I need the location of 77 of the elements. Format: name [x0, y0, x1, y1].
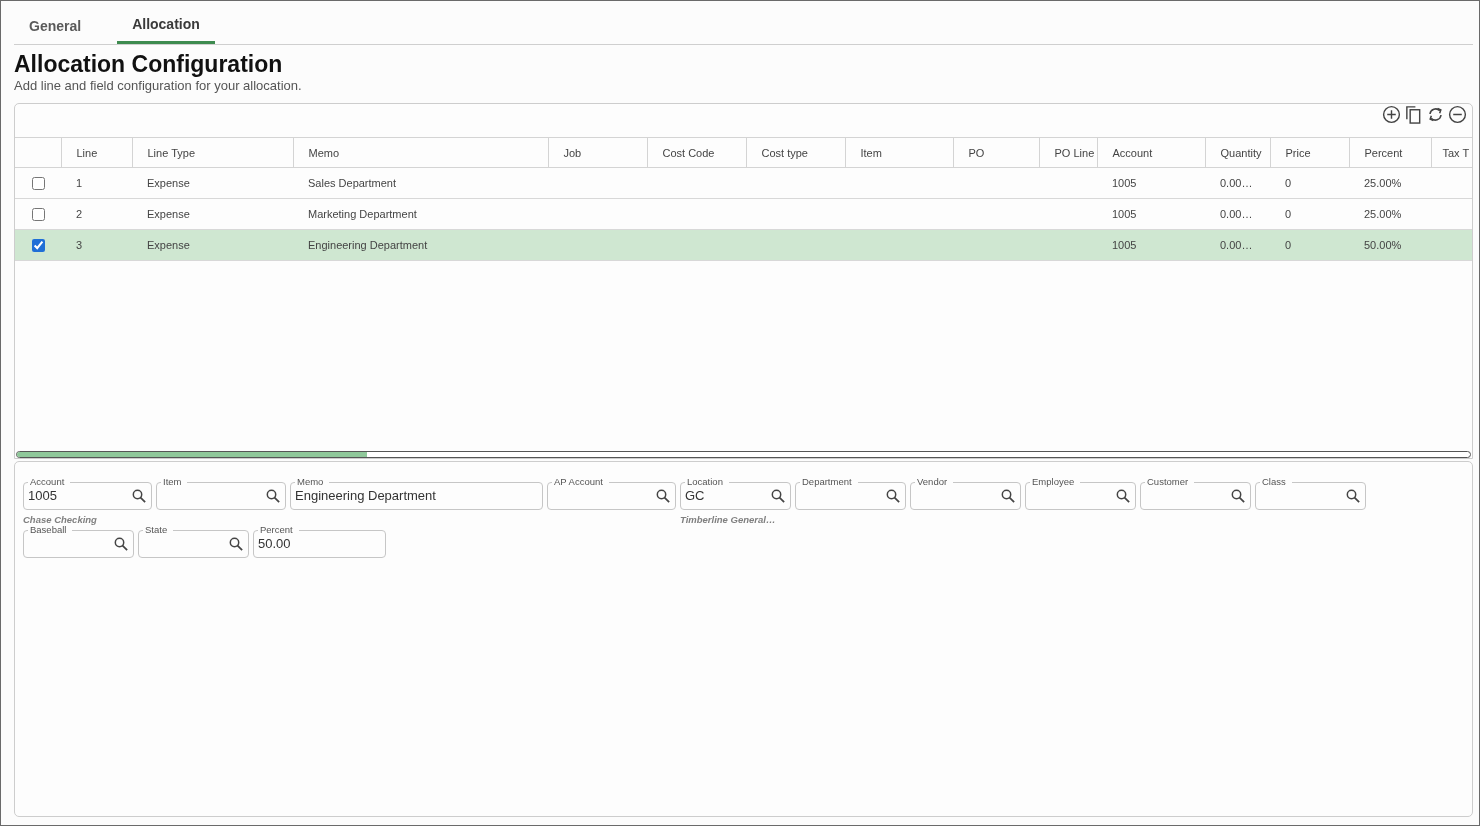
table-row[interactable]: 2 Expense Marketing Department 1005 0.00… 0 25.00% — [15, 198, 1472, 230]
column-header: Percent — [1349, 137, 1431, 168]
table-cell: 1005 — [1097, 167, 1205, 199]
table-row[interactable]: 1 Expense Sales Department 1005 0.00… 0 25.00% — [15, 167, 1472, 199]
add-icon[interactable] — [1382, 105, 1401, 124]
table-cell: 50.00% — [1349, 229, 1431, 261]
field-label: Department — [800, 476, 858, 487]
field-label: Item — [161, 476, 188, 487]
search-icon[interactable] — [1116, 489, 1130, 503]
table-cell: 0.00… — [1205, 167, 1270, 199]
field-label: Percent — [258, 524, 299, 535]
table-cell: 0.00… — [1205, 229, 1270, 261]
table-cell: Expense — [132, 167, 293, 199]
field-label: Class — [1260, 476, 1292, 487]
search-icon[interactable] — [1001, 489, 1015, 503]
search-icon[interactable] — [1231, 489, 1245, 503]
search-icon[interactable] — [1346, 489, 1360, 503]
field-label: Customer — [1145, 476, 1195, 487]
helper-text: Chase Checking — [23, 513, 97, 526]
column-header: Cost type — [746, 137, 845, 168]
table-cell: 3 — [61, 229, 132, 261]
column-header: Item — [845, 137, 953, 168]
column-header: Memo — [293, 137, 548, 168]
table-cell: 0 — [1270, 229, 1349, 261]
copy-icon[interactable] — [1404, 105, 1423, 124]
tab[interactable]: Allocation — [117, 12, 215, 44]
column-header: Line Type — [132, 137, 293, 168]
scrollbar-thumb[interactable] — [17, 452, 367, 457]
search-icon[interactable] — [266, 489, 280, 503]
page-title: Allocation Configuration — [14, 51, 283, 77]
horizontal-scrollbar[interactable] — [16, 451, 1471, 458]
column-header: Account — [1097, 137, 1205, 168]
table-cell: Expense — [132, 229, 293, 261]
refresh-icon[interactable] — [1426, 105, 1445, 124]
search-icon[interactable] — [132, 489, 146, 503]
column-header: Price — [1270, 137, 1349, 168]
table-row[interactable]: 3 Expense Engineering Department 1005 0.00… 0 50.00% — [15, 229, 1472, 261]
column-header: PO — [953, 137, 1039, 168]
search-icon[interactable] — [886, 489, 900, 503]
column-header: Tax T — [1431, 137, 1472, 168]
field-label: Account — [28, 476, 71, 487]
search-icon[interactable] — [229, 537, 243, 551]
column-header: Job — [548, 137, 647, 168]
table-cell: Engineering Department — [293, 229, 548, 261]
field-label: Memo — [295, 476, 330, 487]
field-label: Location — [685, 476, 729, 487]
table-cell: 2 — [61, 198, 132, 230]
table-cell: 25.00% — [1349, 198, 1431, 230]
search-icon[interactable] — [656, 489, 670, 503]
column-header: Line — [61, 137, 132, 168]
row-checkbox[interactable] — [31, 177, 45, 190]
table-cell: Expense — [132, 198, 293, 230]
table-cell: 25.00% — [1349, 167, 1431, 199]
search-icon[interactable] — [114, 537, 128, 551]
search-icon[interactable] — [771, 489, 785, 503]
page-subtitle: Add line and field configuration for your allocation. — [14, 78, 302, 94]
table-cell: 0 — [1270, 167, 1349, 199]
row-checkbox[interactable] — [31, 239, 45, 252]
column-header: PO Line — [1039, 137, 1097, 168]
field-label: State — [143, 524, 174, 535]
table-cell: 1005 — [1097, 198, 1205, 230]
field-label: Vendor — [915, 476, 954, 487]
table-cell: 1 — [61, 167, 132, 199]
table-cell: 0.00… — [1205, 198, 1270, 230]
table-cell: 1005 — [1097, 229, 1205, 261]
table-cell: Sales Department — [293, 167, 548, 199]
table-cell: Marketing Department — [293, 198, 548, 230]
tab[interactable]: General — [14, 12, 97, 44]
remove-icon[interactable] — [1448, 105, 1467, 124]
field-label: Baseball — [28, 524, 73, 535]
column-header: Cost Code — [647, 137, 746, 168]
table-cell: 0 — [1270, 198, 1349, 230]
field-label: AP Account — [552, 476, 609, 487]
column-header: Quantity — [1205, 137, 1270, 168]
field-label: Employee — [1030, 476, 1081, 487]
helper-text: Timberline General… — [680, 513, 776, 526]
row-checkbox[interactable] — [31, 208, 45, 221]
